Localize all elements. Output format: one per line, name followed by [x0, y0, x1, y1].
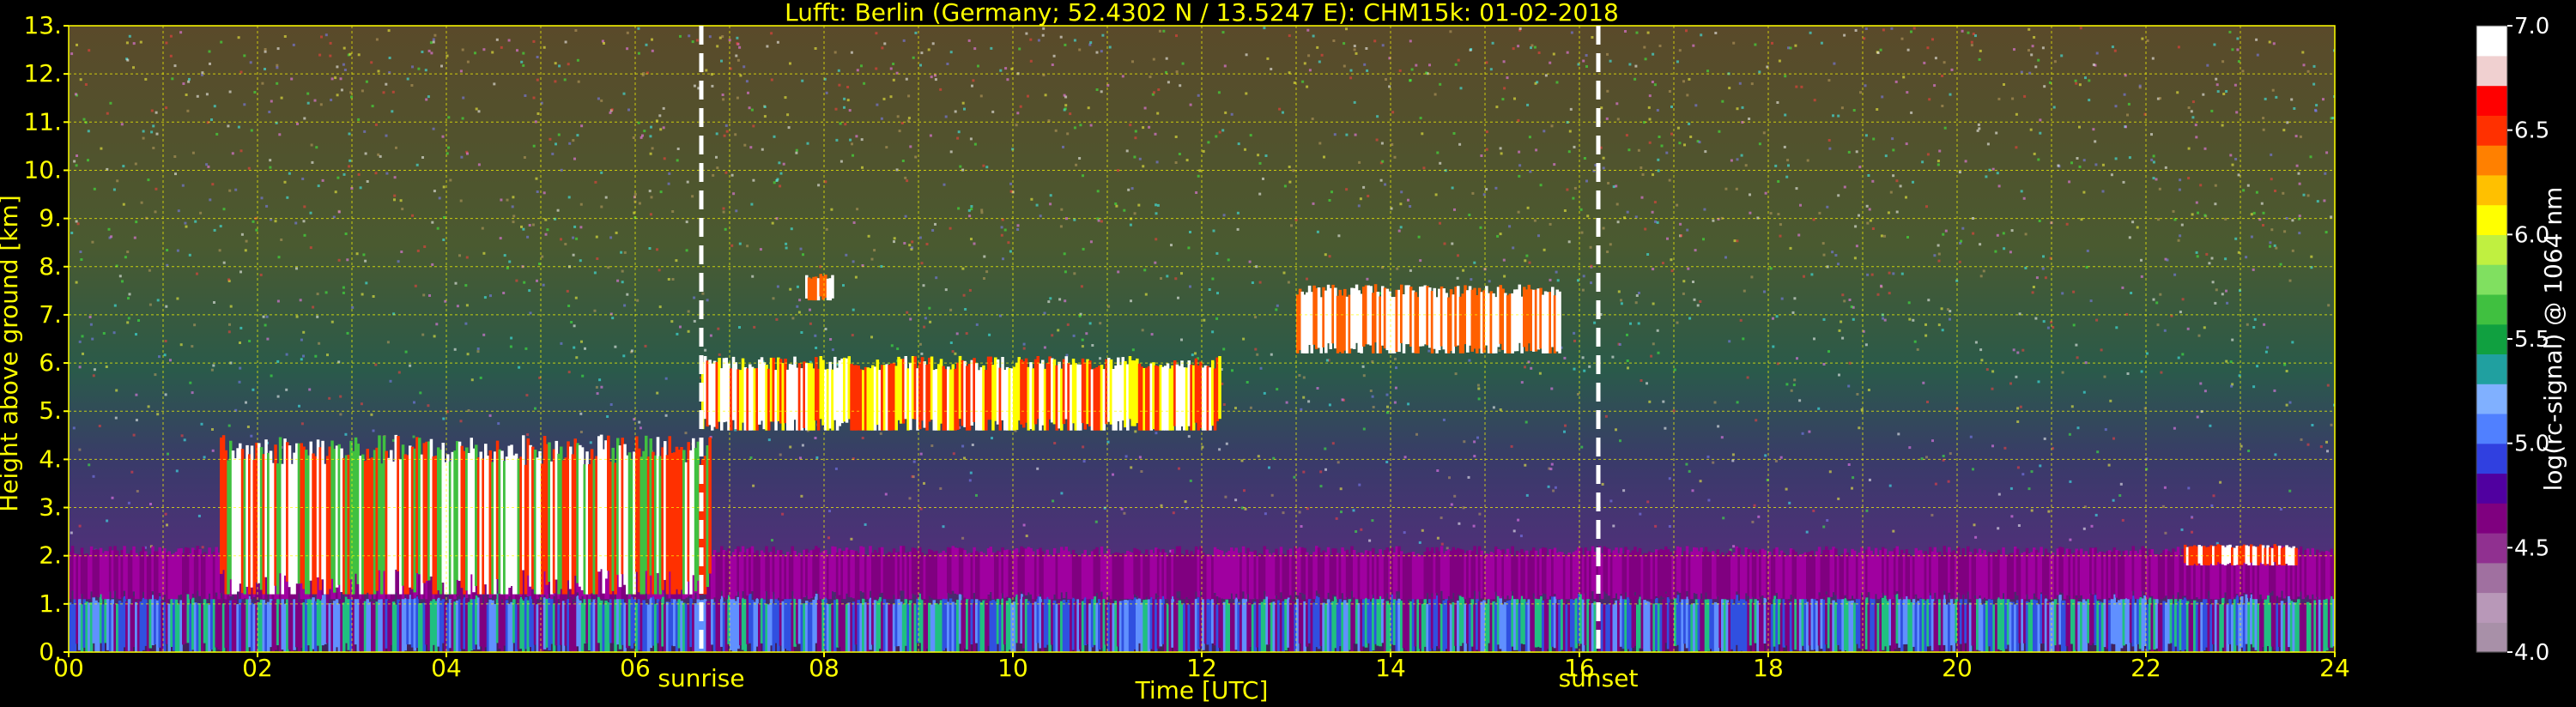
layer-mid-level-cloud: [701, 355, 1221, 431]
colorbar-tick-label: 6.5: [2514, 118, 2549, 144]
colorbar-segment: [2476, 354, 2507, 384]
chart-title: Lufft: Berlin (Germany; 52.4302 N / 13.5…: [785, 0, 1619, 27]
x-tick-label: 18: [1753, 654, 1784, 682]
x-tick-label: 04: [431, 654, 462, 682]
y-tick-label: 12.: [23, 59, 62, 88]
x-tick-label: 24: [2319, 654, 2350, 682]
y-tick-label: 9.: [39, 204, 62, 233]
colorbar-segment: [2476, 264, 2507, 295]
colorbar-segment: [2476, 55, 2507, 87]
sunset-label: sunset: [1559, 664, 1639, 692]
y-tick-label: 10.: [23, 155, 62, 184]
colorbar-tick-label: 4.0: [2514, 640, 2549, 666]
y-tick-label: 13.: [23, 11, 62, 39]
colorbar-segment: [2476, 145, 2507, 176]
x-tick-label: 06: [620, 654, 651, 682]
colorbar-segment: [2476, 473, 2507, 504]
colorbar-segment: [2476, 443, 2507, 474]
colorbar-segment: [2476, 85, 2507, 116]
colorbar-segment: [2476, 204, 2507, 235]
x-tick-label: 10: [997, 654, 1028, 682]
y-tick-label: 11.: [23, 107, 62, 136]
x-tick-label: 08: [809, 654, 839, 682]
colorbar-segment: [2476, 413, 2507, 444]
plot-area: [68, 25, 2336, 653]
y-tick-label: 2.: [39, 541, 62, 570]
colorbar-segment: [2476, 622, 2507, 653]
colorbar-segment: [2476, 234, 2507, 265]
colorbar-segment: [2476, 174, 2507, 206]
colorbar-segment: [2476, 562, 2507, 594]
colorbar-segment: [2476, 533, 2507, 564]
y-tick-label: 5.: [39, 396, 62, 425]
layer-low-cloud: [220, 434, 712, 595]
colorbar-tick-label: 7.0: [2514, 14, 2549, 39]
y-tick-label: 7.: [39, 300, 62, 329]
colorbar-segment: [2476, 323, 2507, 354]
colorbar-segment: [2476, 115, 2507, 146]
x-tick-label: 20: [1942, 654, 1973, 682]
x-tick-label: 22: [2131, 654, 2161, 682]
colorbar-segment: [2476, 384, 2507, 414]
y-axis-label: Height above ground [km]: [0, 195, 23, 512]
colorbar-segment: [2476, 503, 2507, 534]
colorbar-segment: [2476, 293, 2507, 325]
colorbar-label: log(rc-signal) @ 1064 nm: [2539, 187, 2567, 492]
y-tick-label: 4.: [39, 444, 62, 473]
y-tick-label: 6.: [39, 348, 62, 377]
x-axis-label: Time [UTC]: [1135, 676, 1269, 704]
x-tick-label: 14: [1375, 654, 1406, 682]
y-tick-label: 8.: [39, 252, 62, 281]
y-tick-label: 3.: [39, 493, 62, 522]
y-tick-label: 1.: [39, 589, 62, 618]
lidar-chart: 0.1.2.3.4.5.6.7.8.9.10.11.12.13. 00 02 04 0…: [0, 0, 2576, 707]
colorbar-tick-label: 4.5: [2514, 535, 2549, 561]
sunrise-label: sunrise: [658, 664, 744, 692]
x-tick-label: 02: [242, 654, 273, 682]
colorbar-segment: [2476, 592, 2507, 623]
x-tick-label: 00: [53, 654, 84, 682]
colorbar-segment: [2476, 26, 2507, 57]
